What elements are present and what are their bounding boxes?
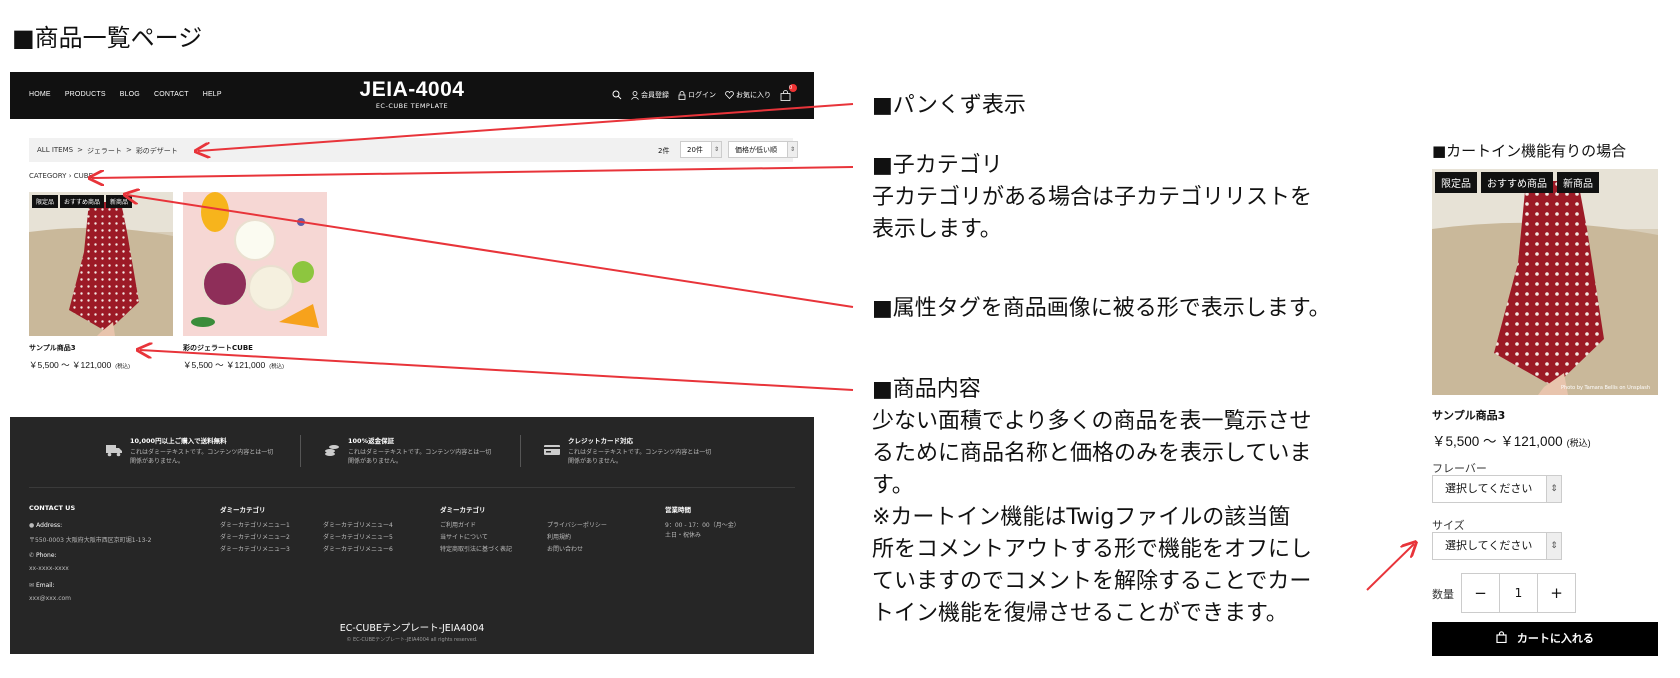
size-select[interactable]: 選択してください — [1432, 532, 1562, 560]
flavor-label: フレーバー — [1432, 462, 1487, 475]
note-tags: ■属性タグを商品画像に被る形で表示します。 — [872, 293, 1331, 325]
note-line: トイン機能を復帰させることができます。 — [872, 601, 1288, 626]
product-tags: 限定品 おすすめ商品 新商品 — [1435, 172, 1599, 193]
note-breadcrumb: ■パンくず表示 — [872, 90, 1026, 122]
quantity-minus-button[interactable]: − — [1462, 574, 1499, 612]
flavor-select[interactable]: 選択してください — [1432, 475, 1562, 503]
product-name[interactable]: サンプル商品3 — [1432, 407, 1505, 423]
add-to-cart-label: カートに入れる — [1516, 632, 1594, 645]
note-line: ■商品内容 — [872, 377, 981, 402]
note-line: 子カテゴリがある場合は子カテゴリリストを — [872, 185, 1313, 210]
arrow-breadcrumb — [198, 103, 854, 151]
note-line: ■パンくず表示 — [872, 93, 1026, 118]
shopping-bag-icon — [1496, 631, 1507, 644]
tag-recommended: おすすめ商品 — [1481, 172, 1553, 193]
note-content: ■商品内容 少ない面積でより多くの商品を表一覧示させ るために商品名称と価格のみ… — [872, 374, 1312, 630]
note-line: す。 — [872, 473, 914, 498]
arrow-tags — [127, 195, 854, 308]
product-image[interactable]: 限定品 おすすめ商品 新商品 Photo by Tamara Bellis on… — [1432, 169, 1658, 395]
arrow-cart — [1366, 544, 1414, 591]
note-line: ていますのでコメントを解除することでカー — [872, 569, 1312, 594]
product-price: ￥5,500 〜 ￥121,000 (税込) — [1432, 430, 1591, 450]
price-value: ￥5,500 〜 ￥121,000 — [1432, 434, 1563, 449]
cart-in-product-card: ■カートイン機能有りの場合 限定品 おすすめ商品 新商品 Photo by Ta… — [1432, 140, 1662, 656]
add-to-cart-button[interactable]: カートに入れる — [1432, 622, 1658, 656]
arrow-subcategory — [92, 166, 854, 178]
note-line: ※カートイン機能はTwigファイルの該当箇 — [872, 505, 1291, 530]
note-line: 所をコメントアウトする形で機能をオフにし — [872, 537, 1313, 562]
photo-credit: Photo by Tamara Bellis on Unsplash — [1560, 385, 1650, 391]
note-line: ■属性タグを商品画像に被る形で表示します。 — [872, 296, 1331, 321]
quantity-label: 数量 — [1432, 588, 1454, 601]
note-line: るために商品名称と価格のみを表示していま — [872, 441, 1312, 466]
arrow-content — [140, 350, 854, 391]
tag-limited: 限定品 — [1435, 172, 1477, 193]
size-label: サイズ — [1432, 519, 1465, 532]
quantity-stepper: − 1 + — [1461, 573, 1576, 613]
quantity-input[interactable]: 1 — [1499, 574, 1538, 612]
annotation-arrows — [0, 103, 1680, 591]
note-subcategory: ■子カテゴリ 子カテゴリがある場合は子カテゴリリストを 表示します。 — [872, 150, 1312, 246]
quantity-plus-button[interactable]: + — [1538, 574, 1575, 612]
cart-in-heading: ■カートイン機能有りの場合 — [1432, 142, 1627, 160]
note-line: 少ない面積でより多くの商品を表一覧示させ — [872, 409, 1312, 434]
note-line: 表示します。 — [872, 217, 1002, 242]
tag-new: 新商品 — [1557, 172, 1599, 193]
tax-note: (税込) — [1566, 438, 1591, 448]
note-line: ■子カテゴリ — [872, 153, 1003, 178]
